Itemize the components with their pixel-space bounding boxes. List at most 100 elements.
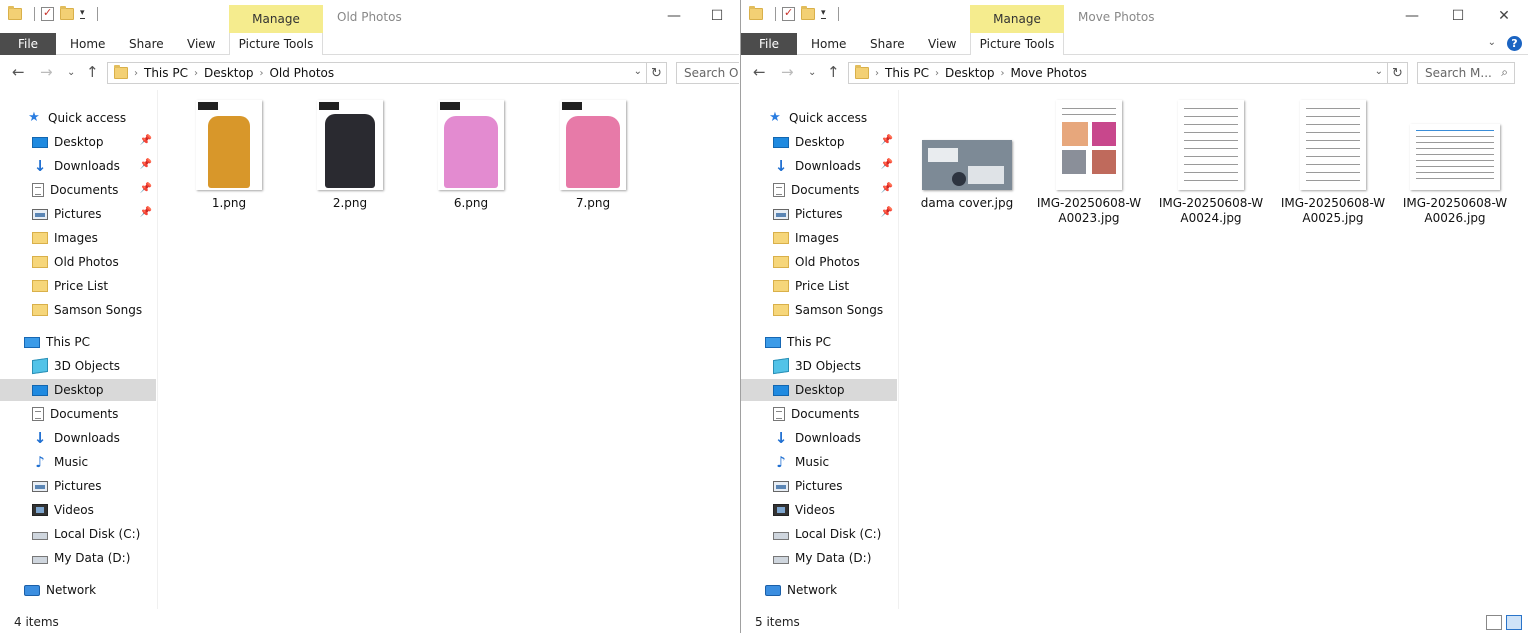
back-arrow-icon[interactable]: ← <box>753 63 766 81</box>
up-arrow-icon[interactable]: ↑ <box>827 63 840 81</box>
new-folder-icon[interactable] <box>801 6 815 20</box>
sidebar-item-old-photos[interactable]: Old Photos <box>0 251 156 273</box>
download-icon: ↓ <box>774 429 788 447</box>
sidebar-item-pc-desktop[interactable]: Desktop <box>0 379 156 401</box>
file-thumbnail <box>317 100 383 190</box>
sidebar-item-local-disk-c[interactable]: Local Disk (C:) <box>741 523 897 545</box>
sidebar-item-downloads[interactable]: ↓ Downloads 📌 <box>741 155 897 177</box>
address-bar[interactable]: › This PC › Desktop › Move Photos ⌄ <box>848 62 1388 84</box>
properties-icon[interactable] <box>41 6 54 21</box>
forward-arrow-icon[interactable]: → <box>40 63 53 81</box>
sidebar-item-desktop[interactable]: Desktop 📌 <box>741 131 897 153</box>
sidebar-item-price-list[interactable]: Price List <box>0 275 156 297</box>
file-item[interactable]: 7.png <box>538 100 648 211</box>
file-item[interactable]: 2.png <box>295 100 405 211</box>
sidebar-item-this-pc[interactable]: This PC <box>741 331 897 353</box>
sidebar-item-network[interactable]: Network <box>741 579 897 601</box>
expand-ribbon-icon[interactable]: ⌄ <box>1488 37 1496 48</box>
sidebar-item-pc-desktop[interactable]: Desktop <box>741 379 897 401</box>
sidebar-item-videos[interactable]: Videos <box>741 499 897 521</box>
search-input[interactable]: Search Ol... <box>676 62 739 84</box>
sidebar-item-my-data-d[interactable]: My Data (D:) <box>0 547 156 569</box>
breadcrumb-this-pc[interactable]: This PC <box>144 66 188 80</box>
breadcrumb-old-photos[interactable]: Old Photos <box>269 66 334 80</box>
sidebar-item-network[interactable]: Network <box>0 579 156 601</box>
sidebar-item-pc-downloads[interactable]: ↓ Downloads <box>0 427 156 449</box>
tab-view[interactable]: View <box>187 37 215 51</box>
sidebar-item-this-pc[interactable]: This PC <box>0 331 156 353</box>
file-item[interactable]: IMG-20250608-WA0023.jpg <box>1034 100 1144 226</box>
breadcrumb-desktop[interactable]: Desktop <box>204 66 254 80</box>
up-arrow-icon[interactable]: ↑ <box>86 63 99 81</box>
sidebar-item-samson-songs[interactable]: Samson Songs <box>741 299 897 321</box>
sidebar-item-3d-objects[interactable]: 3D Objects <box>741 355 897 377</box>
tab-picture-tools[interactable]: Picture Tools <box>229 33 323 55</box>
sidebar-item-music[interactable]: ♪ Music <box>741 451 897 473</box>
close-button[interactable]: ✕ <box>1489 7 1519 25</box>
sidebar-item-pc-documents[interactable]: Documents <box>741 403 897 425</box>
sidebar-item-pictures[interactable]: Pictures 📌 <box>741 203 897 225</box>
forward-arrow-icon[interactable]: → <box>781 63 794 81</box>
file-item[interactable]: dama cover.jpg <box>912 100 1022 211</box>
back-arrow-icon[interactable]: ← <box>12 63 25 81</box>
chevron-down-icon[interactable]: ⌄ <box>1375 66 1383 77</box>
properties-icon[interactable] <box>782 6 795 21</box>
sidebar-item-local-disk-c[interactable]: Local Disk (C:) <box>0 523 156 545</box>
breadcrumb-this-pc[interactable]: This PC <box>885 66 929 80</box>
sidebar-item-pictures[interactable]: Pictures 📌 <box>0 203 156 225</box>
new-folder-icon[interactable] <box>60 6 74 20</box>
minimize-button[interactable]: — <box>659 7 689 25</box>
sidebar-item-images[interactable]: Images <box>0 227 156 249</box>
tab-view[interactable]: View <box>928 37 956 51</box>
minimize-button[interactable]: — <box>1397 7 1427 25</box>
sidebar-item-pc-downloads[interactable]: ↓ Downloads <box>741 427 897 449</box>
refresh-button[interactable]: ↻ <box>1388 62 1408 84</box>
customize-toolbar-icon[interactable]: ▾ <box>80 9 85 19</box>
sidebar-item-3d-objects[interactable]: 3D Objects <box>0 355 156 377</box>
tab-picture-tools[interactable]: Picture Tools <box>970 33 1064 55</box>
file-item[interactable]: IMG-20250608-WA0025.jpg <box>1278 100 1388 226</box>
details-view-icon[interactable] <box>1486 615 1502 630</box>
file-item[interactable]: IMG-20250608-WA0024.jpg <box>1156 100 1266 226</box>
help-icon[interactable]: ? <box>1507 36 1522 51</box>
file-item[interactable]: 6.png <box>416 100 526 211</box>
recent-locations-icon[interactable]: ⌄ <box>67 67 75 78</box>
manage-tab[interactable]: Manage <box>970 5 1064 33</box>
file-item[interactable]: 1.png <box>174 100 284 211</box>
maximize-button[interactable]: ☐ <box>702 7 732 25</box>
tab-home[interactable]: Home <box>70 37 105 51</box>
tab-home[interactable]: Home <box>811 37 846 51</box>
file-item[interactable]: IMG-20250608-WA0026.jpg <box>1400 100 1510 226</box>
refresh-button[interactable]: ↻ <box>647 62 667 84</box>
sidebar-item-my-data-d[interactable]: My Data (D:) <box>741 547 897 569</box>
customize-toolbar-icon[interactable]: ▾ <box>821 9 826 19</box>
sidebar-item-quick-access[interactable]: ★ Quick access <box>741 107 897 129</box>
sidebar-item-documents[interactable]: Documents 📌 <box>741 179 897 201</box>
breadcrumb-move-photos[interactable]: Move Photos <box>1010 66 1086 80</box>
sidebar-item-old-photos[interactable]: Old Photos <box>741 251 897 273</box>
tab-share[interactable]: Share <box>129 37 164 51</box>
sidebar-item-quick-access[interactable]: ★ Quick access <box>0 107 156 129</box>
sidebar-item-pc-documents[interactable]: Documents <box>0 403 156 425</box>
large-icons-view-icon[interactable] <box>1506 615 1522 630</box>
sidebar-item-price-list[interactable]: Price List <box>741 275 897 297</box>
manage-tab[interactable]: Manage <box>229 5 323 33</box>
chevron-down-icon[interactable]: ⌄ <box>634 66 642 77</box>
tab-file[interactable]: File <box>0 33 56 55</box>
sidebar-item-downloads[interactable]: ↓ Downloads 📌 <box>0 155 156 177</box>
sidebar-item-videos[interactable]: Videos <box>0 499 156 521</box>
sidebar-item-samson-songs[interactable]: Samson Songs <box>0 299 156 321</box>
tab-file[interactable]: File <box>741 33 797 55</box>
search-input[interactable]: Search M... ⌕ <box>1417 62 1515 84</box>
sidebar-item-pc-pictures[interactable]: Pictures <box>741 475 897 497</box>
sidebar-item-images[interactable]: Images <box>741 227 897 249</box>
breadcrumb-desktop[interactable]: Desktop <box>945 66 995 80</box>
sidebar-item-documents[interactable]: Documents 📌 <box>0 179 156 201</box>
sidebar-item-desktop[interactable]: Desktop 📌 <box>0 131 156 153</box>
sidebar-item-music[interactable]: ♪ Music <box>0 451 156 473</box>
tab-share[interactable]: Share <box>870 37 905 51</box>
sidebar-item-pc-pictures[interactable]: Pictures <box>0 475 156 497</box>
maximize-button[interactable]: ☐ <box>1443 7 1473 25</box>
address-bar[interactable]: › This PC › Desktop › Old Photos ⌄ <box>107 62 647 84</box>
recent-locations-icon[interactable]: ⌄ <box>808 67 816 78</box>
